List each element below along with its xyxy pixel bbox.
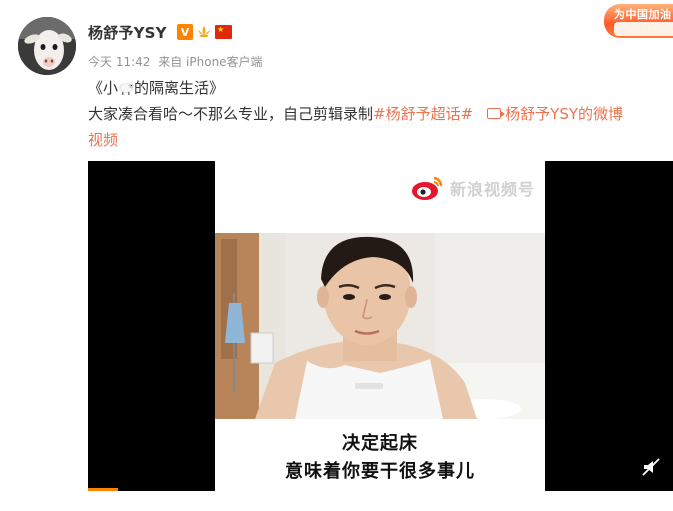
mute-icon[interactable] (641, 457, 661, 477)
video-subtitle-line1: 决定起床 (342, 433, 418, 454)
topic-link[interactable]: #杨舒予超话# (373, 105, 473, 123)
watermark-text: 新浪视频号 (450, 180, 536, 199)
post-title-post: 的隔离生活》 (134, 79, 225, 97)
post-title: 《小 的隔离生活》 (88, 76, 670, 101)
video-frame: 新浪视频号 决定起床 意味着你要干很多事儿 (215, 161, 545, 491)
video-link-icon (487, 108, 506, 119)
promo-text: 为中国加油 (614, 8, 672, 21)
promo-decor (614, 22, 673, 36)
post-body-cont: 视频 (88, 128, 670, 153)
post-time[interactable]: 今天 11:42 (88, 55, 150, 69)
avatar[interactable] (18, 17, 76, 75)
video-progress-bar[interactable] (88, 488, 118, 491)
post-body: 大家凑合看哈～不那么专业，自己剪辑录制#杨舒予超话# 杨舒予YSY的微博 (88, 102, 670, 127)
weibo-logo-icon (412, 176, 443, 200)
post-source: 来自 iPhone客户端 (158, 55, 263, 69)
verified-icon[interactable]: V (177, 24, 193, 40)
post-body-text: 大家凑合看哈～不那么专业，自己剪辑录制 (88, 105, 374, 123)
promo-banner[interactable]: 为中国加油 (604, 4, 673, 38)
sheep-emoji-icon (119, 83, 134, 95)
user-badges: V ★ (177, 24, 232, 40)
video-source-link[interactable]: 杨舒予YSY的微博 (505, 105, 623, 123)
username[interactable]: 杨舒予YSY (88, 22, 167, 43)
video-source-link-tail[interactable]: 视频 (88, 131, 118, 149)
lotus-icon[interactable] (196, 24, 212, 40)
video-still (215, 233, 545, 419)
sheep-avatar-icon (18, 17, 76, 75)
post-title-pre: 《小 (88, 79, 119, 97)
video-subtitle-line2: 意味着你要干很多事儿 (285, 461, 475, 482)
china-flag-icon[interactable]: ★ (215, 25, 232, 39)
post-meta: 今天 11:42 来自 iPhone客户端 (88, 53, 267, 70)
weibo-watermark: 新浪视频号 (410, 175, 535, 201)
video-player[interactable]: 新浪视频号 决定起床 意味着你要干很多事儿 (88, 161, 673, 491)
